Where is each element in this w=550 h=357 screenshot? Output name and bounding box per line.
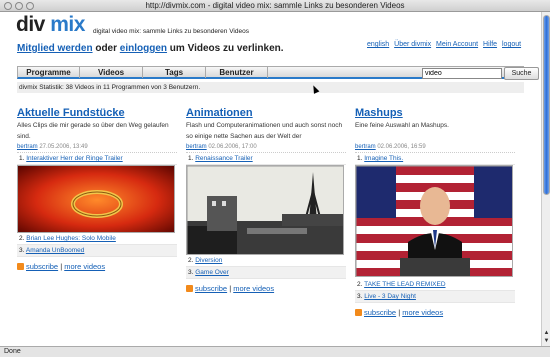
tab-videos[interactable]: Videos	[80, 67, 143, 78]
link-my-account[interactable]: Mein Account	[436, 41, 478, 48]
list-item: 1. Interaktiver Herr der Ringe Trailer	[17, 153, 177, 165]
main-nav: Programme Videos Tags Benutzer Suche	[17, 66, 539, 80]
program-title[interactable]: Mashups	[355, 106, 515, 120]
video-link[interactable]: TAKE THE LEAD REMIXED	[364, 281, 445, 288]
vertical-scrollbar[interactable]: ▲ ▼	[541, 12, 550, 346]
list-item: 1. Renaissance Trailer	[186, 153, 346, 165]
subscribe-link[interactable]: subscribe	[26, 262, 58, 271]
window-title-bar: http://divmix.com - digital video mix: s…	[0, 0, 550, 12]
list-item: 2. Diversion	[186, 255, 346, 267]
tab-tags[interactable]: Tags	[143, 67, 206, 78]
video-link[interactable]: Interaktiver Herr der Ringe Trailer	[26, 155, 122, 162]
register-link[interactable]: Mitglied werden	[17, 43, 93, 54]
program-user[interactable]: bertram	[17, 144, 38, 150]
window-title: http://divmix.com - digital video mix: s…	[145, 1, 405, 10]
top-links: english Über divmix Mein Account Hilfe l…	[367, 41, 524, 48]
video-thumbnail[interactable]	[355, 165, 513, 277]
status-text: Done	[4, 348, 21, 355]
more-videos-link[interactable]: more videos	[233, 284, 274, 293]
rss-icon[interactable]	[186, 285, 193, 292]
video-thumbnail[interactable]	[186, 165, 344, 255]
list-item: 3. Amanda UnBoomed	[17, 245, 177, 257]
program-meta: bertram 27.05.2006, 13:49	[17, 142, 177, 153]
link-help[interactable]: Hilfe	[483, 41, 497, 48]
subscribe-link[interactable]: subscribe	[195, 284, 227, 293]
list-item: 2. TAKE THE LEAD REMIXED	[355, 279, 515, 291]
column-footer: subscribe | more videos	[17, 261, 177, 273]
rss-icon[interactable]	[17, 263, 24, 270]
program-title[interactable]: Animationen	[186, 106, 346, 120]
list-item: 3. Game Over	[186, 267, 346, 279]
stats-bar: divmix Statistik: 38 Videos in 11 Progra…	[17, 82, 524, 93]
video-link[interactable]: Diversion	[195, 257, 222, 264]
site-logo[interactable]: div mix	[16, 14, 85, 36]
link-english[interactable]: english	[367, 41, 389, 48]
program-column-fundstuecke: Aktuelle Fundstücke Alles Clips die mir …	[17, 106, 177, 273]
program-user[interactable]: bertram	[186, 144, 207, 150]
program-description: Eine feine Auswahl an Mashups.	[355, 122, 449, 129]
tab-benutzer[interactable]: Benutzer	[206, 67, 268, 78]
page-viewport: div mix digital video mix: sammle Links …	[0, 12, 541, 346]
join-prompt: Mitglied werden oder einloggen um Videos…	[17, 43, 284, 54]
video-link[interactable]: Imagine This.	[364, 155, 403, 162]
video-link[interactable]: Renaissance Trailer	[195, 155, 252, 162]
search-button[interactable]: Suche	[504, 67, 539, 80]
video-link[interactable]: Amanda UnBoomed	[26, 247, 85, 254]
search-input[interactable]	[422, 68, 502, 79]
program-user[interactable]: bertram	[355, 144, 376, 150]
more-videos-link[interactable]: more videos	[64, 262, 105, 271]
program-title[interactable]: Aktuelle Fundstücke	[17, 106, 177, 120]
video-link[interactable]: Live - 3 Day Night	[364, 293, 416, 300]
program-meta: bertram 02.06.2006, 17:00	[186, 142, 346, 153]
scroll-down-arrow-icon[interactable]: ▼	[543, 338, 550, 345]
list-item: 3. Live - 3 Day Night	[355, 291, 515, 303]
tab-programme[interactable]: Programme	[18, 67, 80, 78]
login-link[interactable]: einloggen	[120, 43, 167, 54]
video-link[interactable]: Game Over	[195, 269, 229, 276]
window-controls[interactable]	[4, 2, 34, 10]
list-item: 2. Brian Lee Hughes: Solo Mobile	[17, 233, 177, 245]
list-item: 1. Imagine This.	[355, 153, 515, 165]
column-footer: subscribe | more videos	[186, 283, 346, 295]
program-description: Flash und Computeranimationen und auch s…	[186, 122, 343, 140]
program-column-mashups: Mashups Eine feine Auswahl an Mashups. b…	[355, 106, 515, 319]
program-meta: bertram 02.06.2006, 16:59	[355, 142, 515, 153]
video-thumbnail[interactable]	[17, 165, 175, 233]
subscribe-link[interactable]: subscribe	[364, 308, 396, 317]
link-logout[interactable]: logout	[502, 41, 521, 48]
link-about[interactable]: Über divmix	[394, 41, 431, 48]
program-column-animationen: Animationen Flash und Computeranimatione…	[186, 106, 346, 295]
scrollbar-thumb[interactable]	[543, 15, 550, 195]
scroll-up-arrow-icon[interactable]: ▲	[543, 330, 550, 337]
more-videos-link[interactable]: more videos	[402, 308, 443, 317]
site-tagline: digital video mix: sammle Links zu beson…	[93, 28, 249, 35]
rss-icon[interactable]	[355, 309, 362, 316]
column-footer: subscribe | more videos	[355, 307, 515, 319]
status-bar: Done	[0, 346, 550, 357]
video-link[interactable]: Brian Lee Hughes: Solo Mobile	[26, 235, 116, 242]
program-description: Alles Clips die mir gerade so über den W…	[17, 122, 169, 140]
